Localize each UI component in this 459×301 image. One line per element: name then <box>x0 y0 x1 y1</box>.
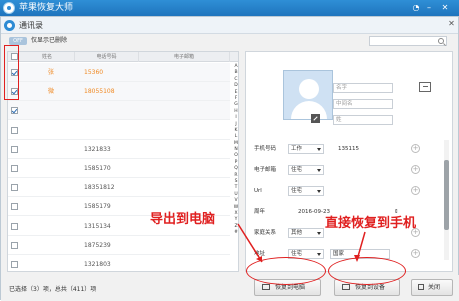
row-checkbox[interactable] <box>11 145 18 153</box>
table-row[interactable]: 张 15360 <box>8 63 230 82</box>
annotation-export: 导出到电脑 <box>150 212 216 227</box>
contacts-icon <box>4 20 15 31</box>
row-checkbox[interactable] <box>11 184 18 192</box>
email-type-select[interactable]: 住宅 <box>288 165 324 175</box>
contact-detail-panel: 名字 中间名 姓 手机号码 工作 135115 + 电子邮箱 住宅 + Url … <box>245 51 453 272</box>
skin-icon[interactable]: ◔ <box>411 3 421 13</box>
row-checkbox[interactable] <box>11 126 18 134</box>
table-row[interactable]: 1585170 <box>8 159 230 178</box>
header-name: 姓名 <box>20 52 75 62</box>
computer-icon <box>262 284 270 290</box>
row-checkbox[interactable] <box>11 107 18 115</box>
contact-name: 张 <box>48 69 55 76</box>
last-name-field[interactable]: 姓 <box>333 115 393 125</box>
avatar <box>283 70 333 120</box>
alphabet-letter[interactable]: # <box>232 230 238 236</box>
table-row[interactable]: 1321803 <box>8 255 230 271</box>
annotation-oval-restore <box>328 257 406 285</box>
app-titlebar: 苹果恢复大师 ◔ – ✕ <box>0 0 459 16</box>
contact-phone: 18055108 <box>84 88 115 96</box>
window-close-button[interactable]: ✕ <box>447 19 456 28</box>
add-url-icon[interactable]: + <box>411 186 420 195</box>
show-deleted-label: 仅显示已删除 <box>31 37 68 44</box>
contact-phone: 1321833 <box>84 145 111 153</box>
contact-name: 微 <box>48 88 55 96</box>
address-label: 地址 <box>254 251 266 257</box>
detail-fields: 手机号码 工作 135115 + 电子邮箱 住宅 + Url 住宅 + 周年 2… <box>246 140 444 271</box>
email-label: 电子邮箱 <box>254 167 277 173</box>
search-icon[interactable] <box>438 38 444 44</box>
contacts-window: 通讯录 ✕ OFF 仅显示已删除 姓名 电话号码 电子邮箱 张 15360 微 180… <box>0 16 459 301</box>
scrollbar-thumb[interactable] <box>444 160 449 230</box>
table-row[interactable] <box>8 101 230 121</box>
add-address-icon[interactable]: + <box>411 249 420 258</box>
row-checkbox[interactable] <box>11 222 18 230</box>
header-phone: 电话号码 <box>75 52 139 62</box>
device-icon <box>342 284 350 290</box>
app-logo-icon <box>3 2 15 14</box>
window-title: 通讯录 <box>19 21 43 30</box>
close-button[interactable]: 关闭 <box>411 279 453 296</box>
exit-icon <box>418 284 424 290</box>
table-row[interactable]: 微 18055108 <box>8 82 230 102</box>
toolbar: OFF 仅显示已删除 <box>1 34 458 48</box>
contact-phone: 1585179 <box>84 203 111 211</box>
header-email: 电子邮箱 <box>139 52 230 62</box>
table-row[interactable]: 1321833 <box>8 140 230 159</box>
selection-highlight-box <box>4 45 19 100</box>
table-row[interactable]: 1875239 <box>8 236 230 255</box>
row-checkbox[interactable] <box>11 203 18 211</box>
table-row[interactable]: 18351812 <box>8 178 230 198</box>
annotation-restore: 直接恢复到手机 <box>325 216 417 231</box>
annotation-oval-export <box>246 257 326 285</box>
phone-type-select[interactable]: 工作 <box>288 144 324 154</box>
contact-phone: 15360 <box>84 69 104 76</box>
detail-scrollbar[interactable] <box>444 140 449 260</box>
url-type-select[interactable]: 住宅 <box>288 186 324 196</box>
add-phone-icon[interactable]: + <box>411 144 420 153</box>
row-checkbox[interactable] <box>11 165 18 172</box>
selection-status: 已选择（3）项，总共（411）项 <box>9 286 97 293</box>
contact-phone: 18351812 <box>84 184 115 192</box>
edit-avatar-icon[interactable] <box>311 114 320 123</box>
contacts-table: 姓名 电话号码 电子邮箱 张 15360 微 18055108 1321833 15851… <box>7 51 239 272</box>
birthday-label: 周年 <box>254 209 266 215</box>
minimize-button[interactable]: – <box>424 3 434 13</box>
contact-phone: 1315134 <box>84 222 111 230</box>
middle-name-field[interactable]: 中间名 <box>333 99 393 109</box>
app-title: 苹果恢复大师 <box>19 3 74 13</box>
add-email-icon[interactable]: + <box>411 165 420 174</box>
show-deleted-toggle[interactable]: OFF <box>9 37 27 45</box>
family-type-select[interactable]: 其他 <box>288 228 324 238</box>
family-label: 家庭关系 <box>254 230 277 236</box>
close-app-button[interactable]: ✕ <box>440 3 450 13</box>
row-checkbox[interactable] <box>11 241 18 249</box>
contact-phone: 1585170 <box>84 165 111 172</box>
contact-card-icon[interactable] <box>419 82 431 92</box>
search-input[interactable] <box>369 36 447 46</box>
table-row[interactable] <box>8 121 230 140</box>
row-checkbox[interactable] <box>11 261 18 268</box>
url-label: Url <box>254 188 262 194</box>
window-header: 通讯录 ✕ <box>1 17 458 34</box>
alphabet-index: A B C D E F G H I J K L M N O P Q R S T U V W X Y Z # <box>232 64 238 237</box>
first-name-field[interactable]: 名字 <box>333 83 393 93</box>
phone-label: 手机号码 <box>254 146 277 152</box>
contact-phone: 1875239 <box>84 241 111 249</box>
phone-value[interactable]: 135115 <box>338 144 359 154</box>
contact-phone: 1321803 <box>84 261 111 268</box>
table-header: 姓名 电话号码 电子邮箱 <box>8 52 238 62</box>
